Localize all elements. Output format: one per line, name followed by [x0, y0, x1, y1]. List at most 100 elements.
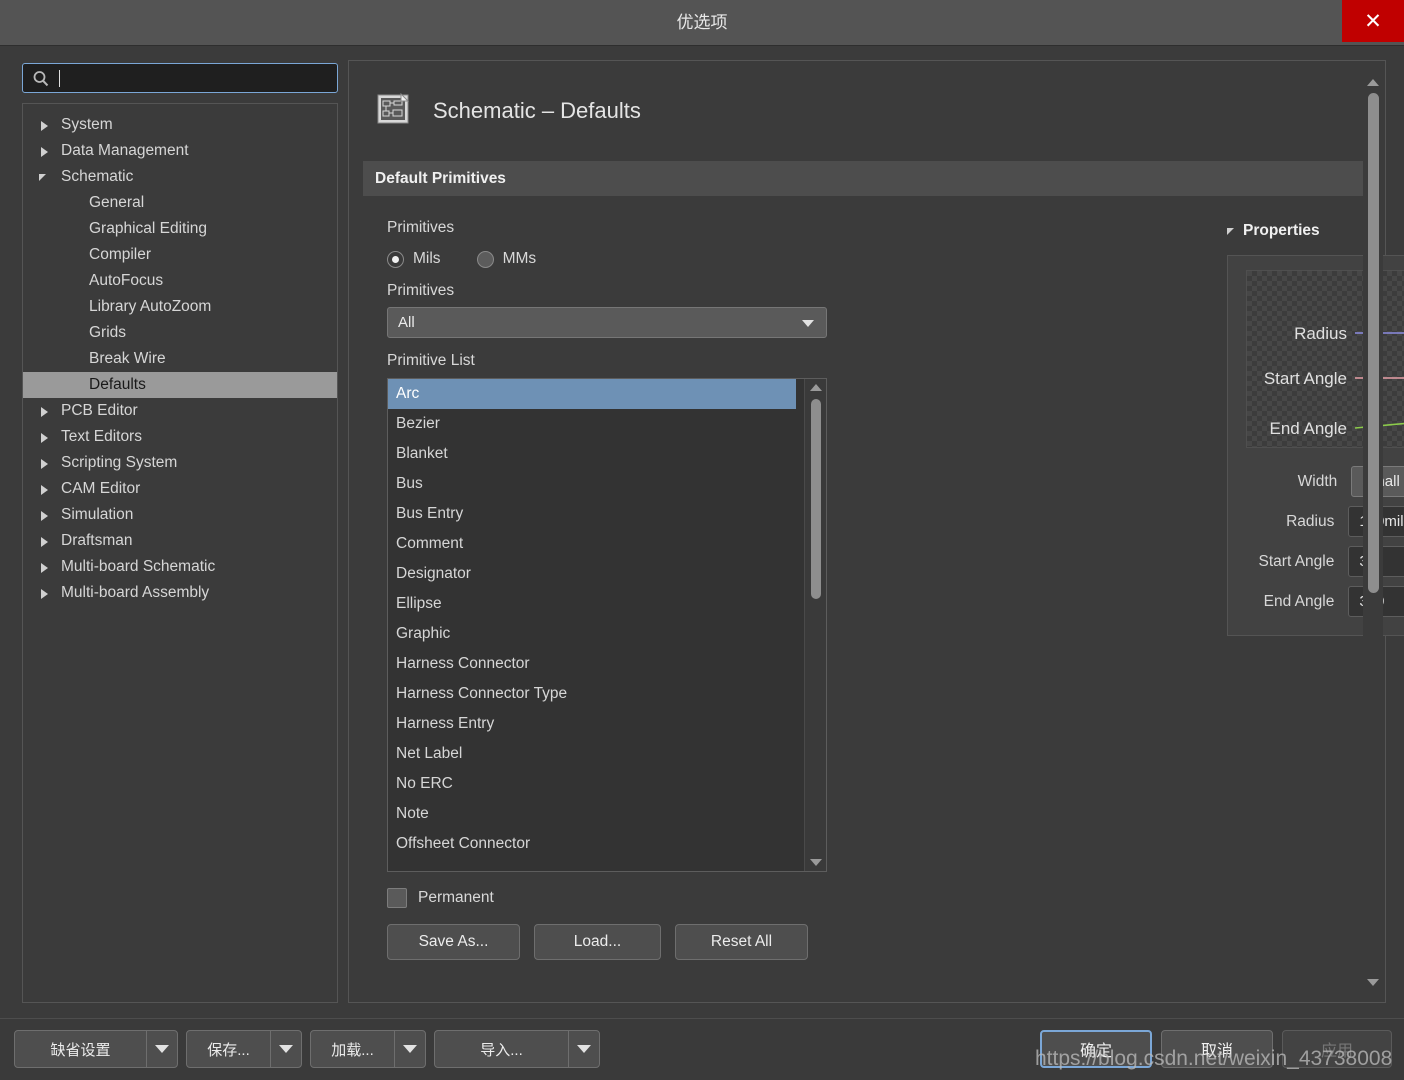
reset-all-button[interactable]: Reset All [675, 924, 808, 960]
sidebar-item-schematic[interactable]: Schematic [23, 164, 337, 190]
list-item[interactable]: Offsheet Connector [388, 829, 796, 859]
list-item[interactable]: Harness Entry [388, 709, 796, 739]
settings-tree[interactable]: System Data Management Schematic General Gra… [22, 103, 338, 1003]
footer-split-button-label: 加载... [331, 1041, 374, 1059]
list-item[interactable]: Bus [388, 469, 796, 499]
permanent-checkbox-row[interactable]: Permanent [387, 888, 827, 908]
cancel-button[interactable]: 取消 [1161, 1030, 1273, 1068]
sidebar-item-text-editors[interactable]: Text Editors [23, 424, 337, 450]
footer-split-button-arrow[interactable] [271, 1045, 301, 1053]
footer-split-button-1[interactable]: 保存... [186, 1030, 302, 1068]
sidebar-item-library-autozoom[interactable]: Library AutoZoom [23, 294, 337, 320]
close-icon[interactable]: ✕ [1342, 0, 1404, 42]
scrollbar-thumb[interactable] [811, 399, 821, 599]
sidebar-item-pcb-editor[interactable]: PCB Editor [23, 398, 337, 424]
triangle-right-icon[interactable] [41, 563, 48, 573]
sidebar-item-simulation[interactable]: Simulation [23, 502, 337, 528]
search-icon [33, 71, 49, 87]
list-item[interactable]: Arc [388, 379, 796, 409]
radio-mils[interactable]: Mils [387, 250, 441, 268]
window-title: 优选项 [676, 13, 728, 32]
collapse-triangle-icon[interactable] [1227, 227, 1234, 235]
sidebar-item-label: Data Management [61, 142, 189, 159]
list-item[interactable]: Harness Connector [388, 649, 796, 679]
list-item[interactable]: Bus Entry [388, 499, 796, 529]
triangle-right-icon[interactable] [41, 485, 48, 495]
list-item[interactable]: Comment [388, 529, 796, 559]
triangle-down-icon[interactable] [39, 174, 46, 181]
load-button[interactable]: Load... [534, 924, 661, 960]
triangle-right-icon[interactable] [41, 147, 48, 157]
footer-split-button-arrow[interactable] [147, 1045, 177, 1053]
radio-mms-dot [476, 250, 494, 268]
list-item[interactable]: Note [388, 799, 796, 829]
footer-split-button-2[interactable]: 加载... [310, 1030, 426, 1068]
primitive-list-label: Primitive List [387, 352, 475, 369]
footer-split-button-0[interactable]: 缺省设置 [14, 1030, 178, 1068]
search-input[interactable] [63, 64, 333, 92]
sidebar-item-compiler[interactable]: Compiler [23, 242, 337, 268]
triangle-right-icon[interactable] [41, 511, 48, 521]
sidebar-item-multi-board-schematic[interactable]: Multi-board Schematic [23, 554, 337, 580]
scroll-down-icon[interactable] [810, 859, 822, 866]
list-item[interactable]: Harness Connector Type [388, 679, 796, 709]
primitive-list-scrollbar[interactable] [804, 379, 826, 871]
section-header: Default Primitives [363, 161, 1371, 196]
triangle-right-icon[interactable] [41, 407, 48, 417]
start-angle-label: Start Angle [1258, 552, 1335, 570]
sidebar-item-system[interactable]: System [23, 112, 337, 138]
footer-split-button-arrow[interactable] [569, 1045, 599, 1053]
sidebar-item-label: Draftsman [61, 532, 133, 549]
list-item[interactable]: Graphic [388, 619, 796, 649]
triangle-right-icon[interactable] [41, 121, 48, 131]
sidebar-item-data-management[interactable]: Data Management [23, 138, 337, 164]
list-item[interactable]: No ERC [388, 769, 796, 799]
radio-mms[interactable]: MMs [476, 250, 536, 268]
primitives-filter-dropdown[interactable]: All [387, 307, 827, 338]
sidebar-item-cam-editor[interactable]: CAM Editor [23, 476, 337, 502]
triangle-right-icon[interactable] [41, 537, 48, 547]
panel-scrollbar[interactable] [1363, 75, 1383, 990]
sidebar-item-graphical-editing[interactable]: Graphical Editing [23, 216, 337, 242]
footer-split-button-arrow[interactable] [395, 1045, 425, 1053]
radius-label: Radius [1286, 512, 1335, 530]
list-item[interactable]: Designator [388, 559, 796, 589]
list-item[interactable]: Net Label [388, 739, 796, 769]
sidebar-item-general[interactable]: General [23, 190, 337, 216]
scrollbar-thumb[interactable] [1368, 93, 1379, 593]
units-radio-group[interactable]: Mils MMs [387, 250, 827, 268]
footer-split-button-3[interactable]: 导入... [434, 1030, 600, 1068]
sidebar-item-label: Library AutoZoom [89, 298, 212, 315]
width-label: Width [1297, 472, 1338, 490]
apply-button[interactable]: 应用 [1282, 1030, 1392, 1068]
scroll-down-icon[interactable] [1367, 979, 1379, 986]
radio-mils-dot [387, 250, 404, 268]
end-angle-label: End Angle [1269, 419, 1347, 438]
sidebar-item-scripting-system[interactable]: Scripting System [23, 450, 337, 476]
chevron-down-icon [155, 1045, 169, 1053]
triangle-right-icon[interactable] [41, 459, 48, 469]
permanent-checkbox[interactable] [387, 888, 407, 908]
triangle-right-icon[interactable] [41, 589, 48, 599]
scroll-up-icon[interactable] [1367, 79, 1379, 86]
sidebar-item-multi-board-assembly[interactable]: Multi-board Assembly [23, 580, 337, 606]
list-item[interactable]: Blanket [388, 439, 796, 469]
list-item[interactable]: Bezier [388, 409, 796, 439]
sidebar-item-defaults[interactable]: Defaults [23, 372, 337, 398]
scroll-up-icon[interactable] [810, 384, 822, 391]
primitive-list[interactable]: Arc Bezier Blanket Bus Bus Entry Comment Desig… [387, 378, 827, 872]
sidebar-item-autofocus[interactable]: AutoFocus [23, 268, 337, 294]
ok-button[interactable]: 确定 [1040, 1030, 1152, 1068]
triangle-right-icon[interactable] [41, 433, 48, 443]
sidebar-item-draftsman[interactable]: Draftsman [23, 528, 337, 554]
sidebar-item-break-wire[interactable]: Break Wire [23, 346, 337, 372]
section-title: Default Primitives [375, 170, 506, 187]
search-box[interactable] [22, 63, 338, 93]
end-angle-label: End Angle [1263, 592, 1335, 610]
save-as-button[interactable]: Save As... [387, 924, 520, 960]
search-caret [59, 70, 60, 87]
sidebar-item-label: CAM Editor [61, 480, 141, 497]
list-item[interactable]: Ellipse [388, 589, 796, 619]
chevron-down-icon [802, 320, 814, 327]
sidebar-item-grids[interactable]: Grids [23, 320, 337, 346]
